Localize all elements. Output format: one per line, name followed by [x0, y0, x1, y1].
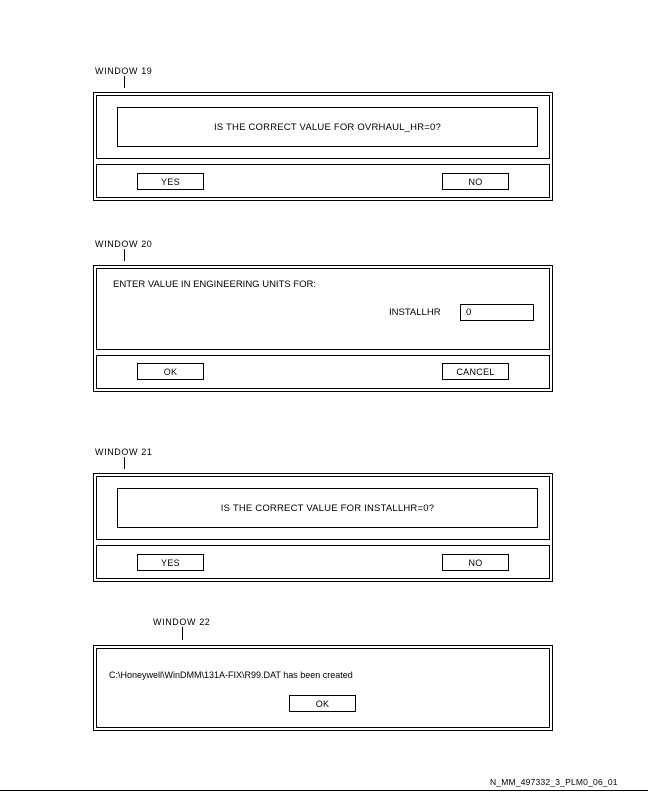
window-19-leader-line [124, 76, 125, 88]
window-20-leader-line [124, 249, 125, 261]
installhr-input[interactable] [460, 304, 534, 321]
figure-id: N_MM_497332_3_PLM0_06_01 [490, 777, 618, 787]
window-22-label: WINDOW 22 [153, 617, 211, 627]
window-21-leader-line [124, 457, 125, 469]
window-21-yes-button[interactable]: YES [137, 554, 204, 571]
window-20-prompt: ENTER VALUE IN ENGINEERING UNITS FOR: [113, 279, 317, 290]
window-20-field-label: INSTALLHR [389, 307, 441, 318]
window-19-message: IS THE CORRECT VALUE FOR OVRHAUL_HR=0? [117, 107, 538, 147]
window-22-message: C:\Honeywell\WinDMM\131A-FIX\R99.DAT has… [109, 670, 353, 680]
window-22-ok-button[interactable]: OK [289, 695, 356, 712]
window-20-ok-button[interactable]: OK [137, 363, 204, 380]
window-19-label: WINDOW 19 [95, 66, 153, 76]
window-22-leader-line [182, 627, 183, 640]
bottom-rule [0, 790, 648, 791]
window-19-yes-button[interactable]: YES [137, 173, 204, 190]
window-22-message-panel [96, 648, 550, 728]
window-20-label: WINDOW 20 [95, 239, 153, 249]
window-20-cancel-button[interactable]: CANCEL [442, 363, 509, 380]
window-21-message: IS THE CORRECT VALUE FOR INSTALLHR=0? [117, 488, 538, 528]
window-21-label: WINDOW 21 [95, 447, 153, 457]
window-19-no-button[interactable]: NO [442, 173, 509, 190]
window-21-no-button[interactable]: NO [442, 554, 509, 571]
